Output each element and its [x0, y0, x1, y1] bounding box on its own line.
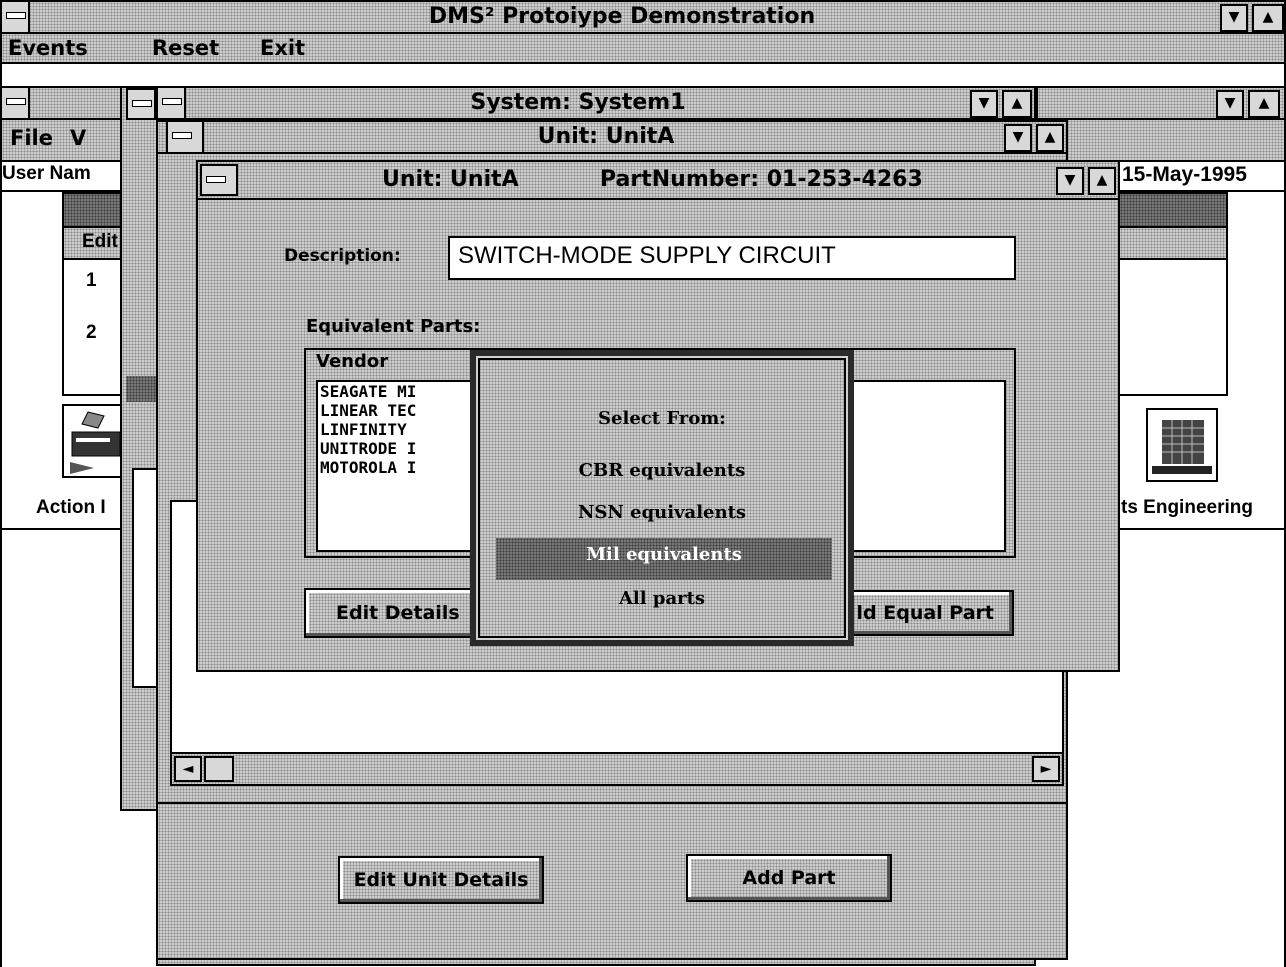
unit-menu-button[interactable]: [166, 120, 204, 154]
unit-title: Unit: UnitA: [537, 124, 675, 149]
action-icon[interactable]: [62, 404, 126, 478]
system-menu-icon: [206, 176, 226, 183]
main-menubar: Events Reset Exit: [0, 32, 1286, 64]
unit-maximize-button[interactable]: ▲: [1036, 124, 1064, 152]
system-menu-file[interactable]: File: [10, 126, 53, 150]
vendor-row-4[interactable]: UNITRODE I: [320, 439, 416, 458]
system1-title: System: System1: [470, 90, 686, 115]
left-table-row-2[interactable]: 2: [86, 322, 97, 344]
system1-maximize-button[interactable]: ▲: [1002, 90, 1032, 118]
part-menu-button[interactable]: [200, 164, 238, 196]
add-part-button[interactable]: Add Part: [686, 854, 892, 902]
vendor-row-5[interactable]: MOTOROLA I: [320, 458, 416, 477]
left-table-header-edit: Edit: [82, 231, 118, 252]
system1-menu-button[interactable]: [156, 86, 186, 120]
system-menu-icon: [172, 132, 192, 139]
part-minimize-button[interactable]: ▼: [1056, 167, 1084, 195]
vendor-row-2[interactable]: LINEAR TEC: [320, 401, 416, 420]
unit-minimize-button[interactable]: ▼: [1004, 124, 1032, 152]
vendor-row-3[interactable]: LINFINITY: [320, 420, 407, 439]
part-title-unit: Unit: UnitA: [382, 167, 519, 192]
right-table: [1120, 192, 1228, 396]
description-label: Description:: [284, 246, 401, 266]
action-folder-icon: [70, 411, 121, 474]
menu-exit[interactable]: Exit: [260, 36, 305, 60]
left-table-row-1[interactable]: 1: [86, 270, 97, 292]
equivalent-parts-label: Equivalent Parts:: [306, 316, 481, 337]
scroll-right-button[interactable]: ►: [1032, 756, 1060, 782]
system-menu-view[interactable]: V: [70, 126, 86, 150]
part-title-bar[interactable]: Unit: UnitA PartNumber: 01-253-4263 ▼ ▲: [196, 160, 1120, 200]
scroll-thumb[interactable]: [204, 756, 234, 782]
main-minimize-button[interactable]: ▼: [1220, 4, 1248, 32]
left-table-title: [64, 194, 124, 226]
system-menu-icon: [162, 98, 182, 105]
vendor-header: Vendor: [316, 351, 389, 372]
description-value: SWITCH-MODE SUPPLY CIRCUIT: [458, 242, 836, 269]
part-maximize-button[interactable]: ▲: [1088, 167, 1116, 195]
right-table-title: [1120, 194, 1226, 226]
unit-hscrollbar[interactable]: ◄ ►: [170, 752, 1064, 786]
popup-option-mil[interactable]: Mil equivalents: [496, 538, 832, 580]
popup-heading: Select From:: [598, 408, 726, 429]
main-maximize-button[interactable]: ▲: [1252, 4, 1284, 32]
popup-option-nsn[interactable]: NSN equivalents: [476, 502, 848, 523]
unit-buttons-divider: [156, 802, 1068, 804]
left-table-header: Edit: [64, 226, 124, 260]
system-menu-icon: [6, 98, 26, 105]
system-title-bar-left[interactable]: [0, 86, 130, 120]
system-right-maximize-button[interactable]: ▲: [1248, 90, 1280, 118]
system-right-minimize-button[interactable]: ▼: [1216, 90, 1244, 118]
edit-unit-details-button[interactable]: Edit Unit Details: [338, 856, 544, 904]
background-window-menu-button[interactable]: [126, 88, 156, 120]
popup-option-cbr[interactable]: CBR equivalents: [476, 460, 848, 481]
engineering-chart-icon: [1152, 420, 1212, 474]
date-label: 15-May-1995: [1122, 163, 1247, 186]
action-icon-label: Action I: [36, 497, 106, 518]
system-title-bar-right[interactable]: ▼ ▲: [1036, 86, 1286, 120]
engineering-icon-label: ts Engineering: [1121, 497, 1253, 518]
system1-title-bar[interactable]: System: System1 ▼ ▲: [156, 86, 1036, 120]
system1-minimize-button[interactable]: ▼: [970, 90, 998, 118]
user-name-label: User Nam: [2, 163, 91, 184]
popup-option-all[interactable]: All parts: [476, 588, 848, 609]
system-menu-button[interactable]: [0, 86, 30, 120]
engineering-icon[interactable]: [1146, 408, 1218, 482]
menu-reset[interactable]: Reset: [152, 36, 219, 60]
main-title-bar[interactable]: DMS² Protoiype Demonstration ▼ ▲: [0, 0, 1286, 34]
part-title-partnumber: PartNumber: 01-253-4263: [600, 167, 923, 192]
scroll-left-button[interactable]: ◄: [174, 756, 202, 782]
menu-events[interactable]: Events: [8, 36, 88, 60]
main-window-title: DMS² Protoiype Demonstration: [428, 4, 816, 29]
unit-title-bar[interactable]: Unit: UnitA ▼ ▲: [156, 120, 1068, 154]
right-table-header: [1120, 226, 1226, 260]
system-menu-icon: [6, 12, 26, 19]
main-system-menu-button[interactable]: [0, 0, 30, 34]
system-menu-icon: [132, 100, 152, 107]
left-table: Edit 1 2: [62, 192, 124, 396]
select-popup: Select From: CBR equivalents NSN equival…: [470, 350, 854, 646]
description-field[interactable]: SWITCH-MODE SUPPLY CIRCUIT: [448, 236, 1016, 280]
vendor-row-1[interactable]: SEAGATE MI: [320, 382, 416, 401]
